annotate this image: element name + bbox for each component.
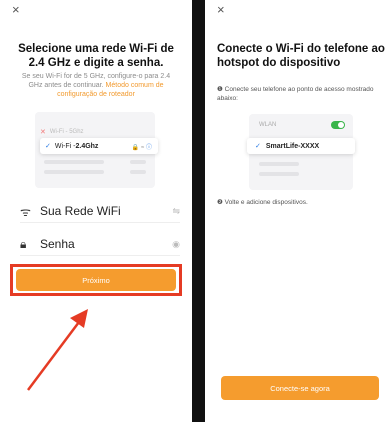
connect-button[interactable]: Conecte-se agora — [221, 376, 379, 400]
hotspot-connect-screen: × Conecte o Wi-Fi do telefone ao hotspot… — [205, 0, 389, 422]
close-icon[interactable]: × — [217, 2, 225, 17]
back-text: Volte e adicione dispositivos. — [224, 199, 308, 206]
arrow-annotation — [27, 309, 88, 391]
hotspot-name: SmartLife-XXXX — [265, 142, 320, 150]
wlan-toggle — [331, 121, 345, 129]
back-instruction: ❷ Volte e adicione dispositivos. — [217, 198, 308, 206]
page-title: Conecte o Wi-Fi do telefone ao hotspot d… — [217, 43, 385, 69]
wlan-label: WLAN — [259, 122, 277, 128]
wifi-setup-screen: × Selecione uma rede Wi-Fi de 2.4 GHz e … — [0, 0, 192, 422]
step-icon: ❷ — [217, 199, 225, 206]
wlan-row: WLAN — [259, 121, 345, 129]
placeholder-line — [259, 172, 299, 176]
placeholder-line — [259, 162, 299, 166]
check-icon: ✓ — [255, 143, 261, 150]
instruction: ❶ Conecte seu telefone ao ponto de acess… — [217, 86, 382, 103]
step-icon: ❶ — [217, 86, 225, 93]
instruction-text: Conecte seu telefone ao ponto de acesso … — [217, 86, 374, 102]
hotspot-row: ✓ SmartLife-XXXX — [247, 138, 355, 154]
